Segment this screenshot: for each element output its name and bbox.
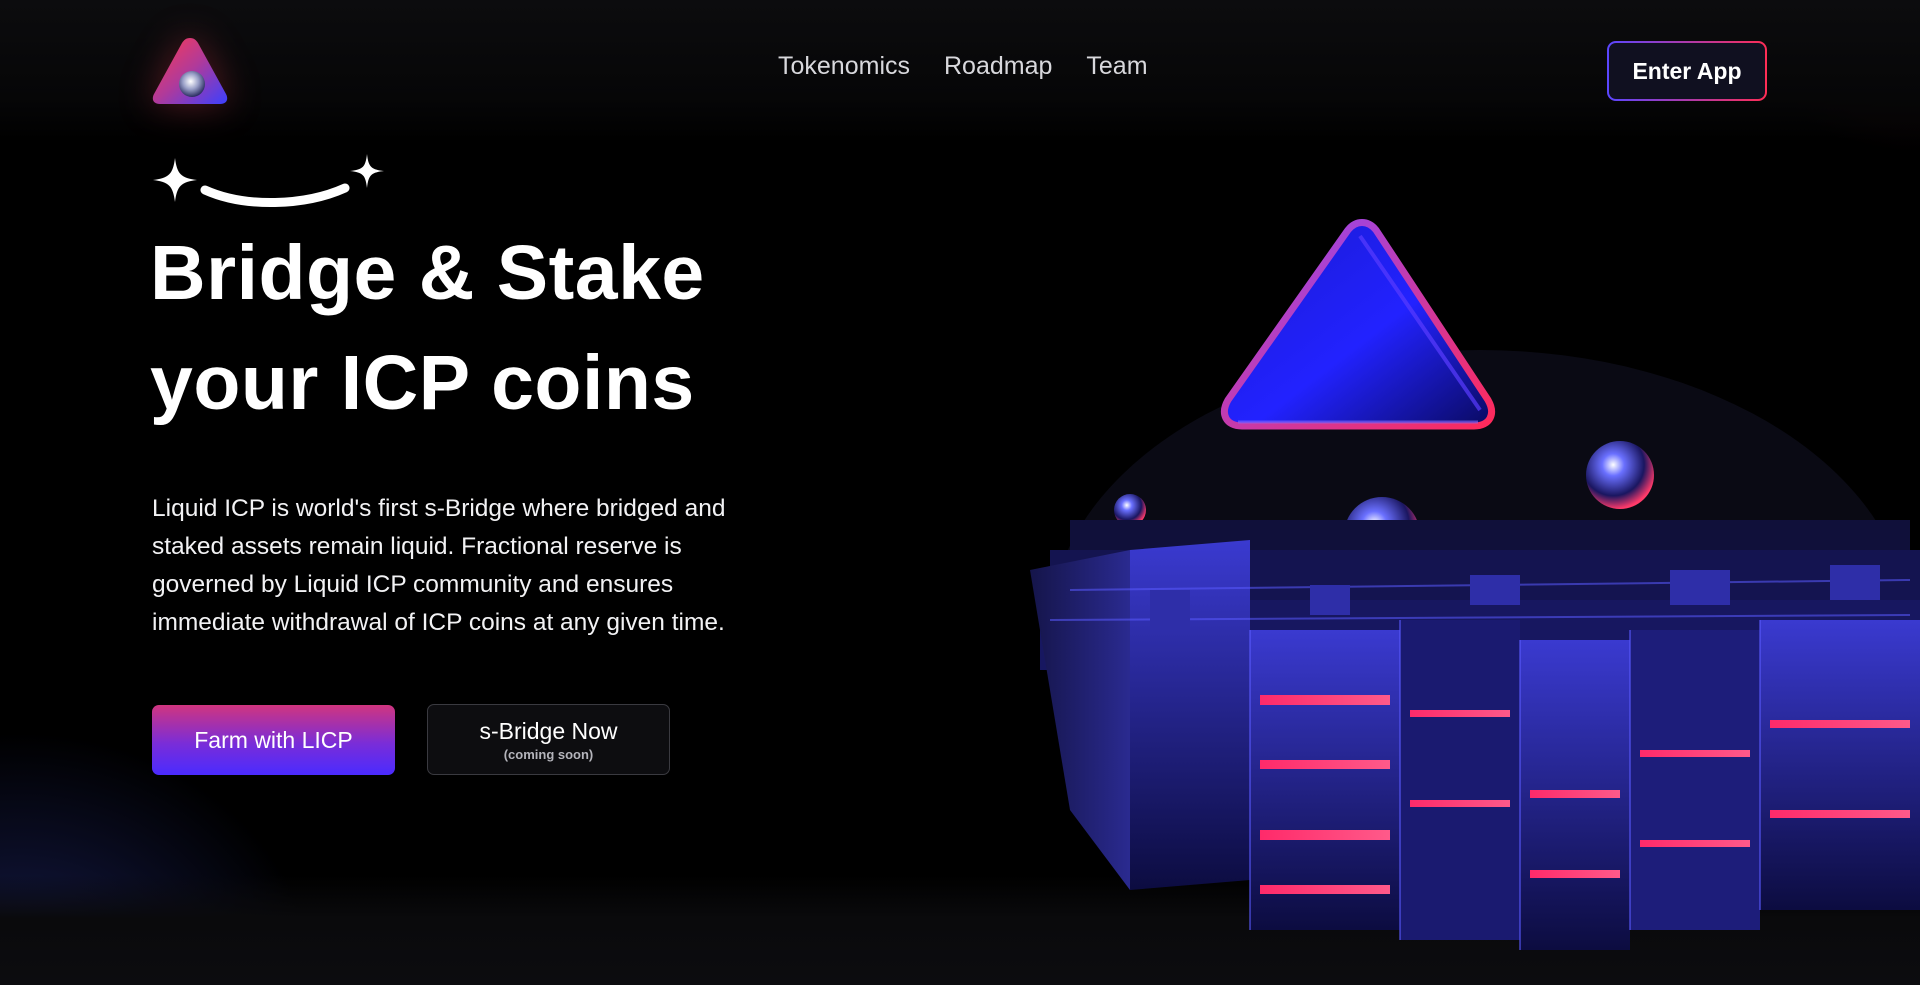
enter-app-button[interactable]: Enter App xyxy=(1607,41,1767,101)
hero-title-line-2: your ICP coins xyxy=(150,340,695,426)
main-nav: Tokenomics Roadmap Team xyxy=(778,52,1148,81)
sparkle-smile-icon xyxy=(153,154,384,208)
landing-page: Tokenomics Roadmap Team Enter App Bridge… xyxy=(0,0,1920,985)
farm-with-licp-button[interactable]: Farm with LICP xyxy=(152,705,395,775)
s-bridge-now-button[interactable]: s-Bridge Now (coming soon) xyxy=(427,704,670,775)
hero-description: Liquid ICP is world's first s-Bridge whe… xyxy=(152,495,726,636)
nav-link-tokenomics[interactable]: Tokenomics xyxy=(778,52,910,81)
hero-title: Bridge & Stake your ICP coins xyxy=(150,218,705,438)
triangle-logo-icon[interactable] xyxy=(150,34,230,108)
coming-soon-note: (coming soon) xyxy=(503,747,594,762)
nav-link-roadmap[interactable]: Roadmap xyxy=(944,52,1052,81)
hero-illustration xyxy=(1030,219,1920,950)
nav-link-team[interactable]: Team xyxy=(1086,52,1147,81)
hero-title-line-1: Bridge & Stake xyxy=(150,230,705,316)
header: Tokenomics Roadmap Team Enter App xyxy=(0,0,1920,140)
s-bridge-now-label: s-Bridge Now xyxy=(479,718,618,744)
